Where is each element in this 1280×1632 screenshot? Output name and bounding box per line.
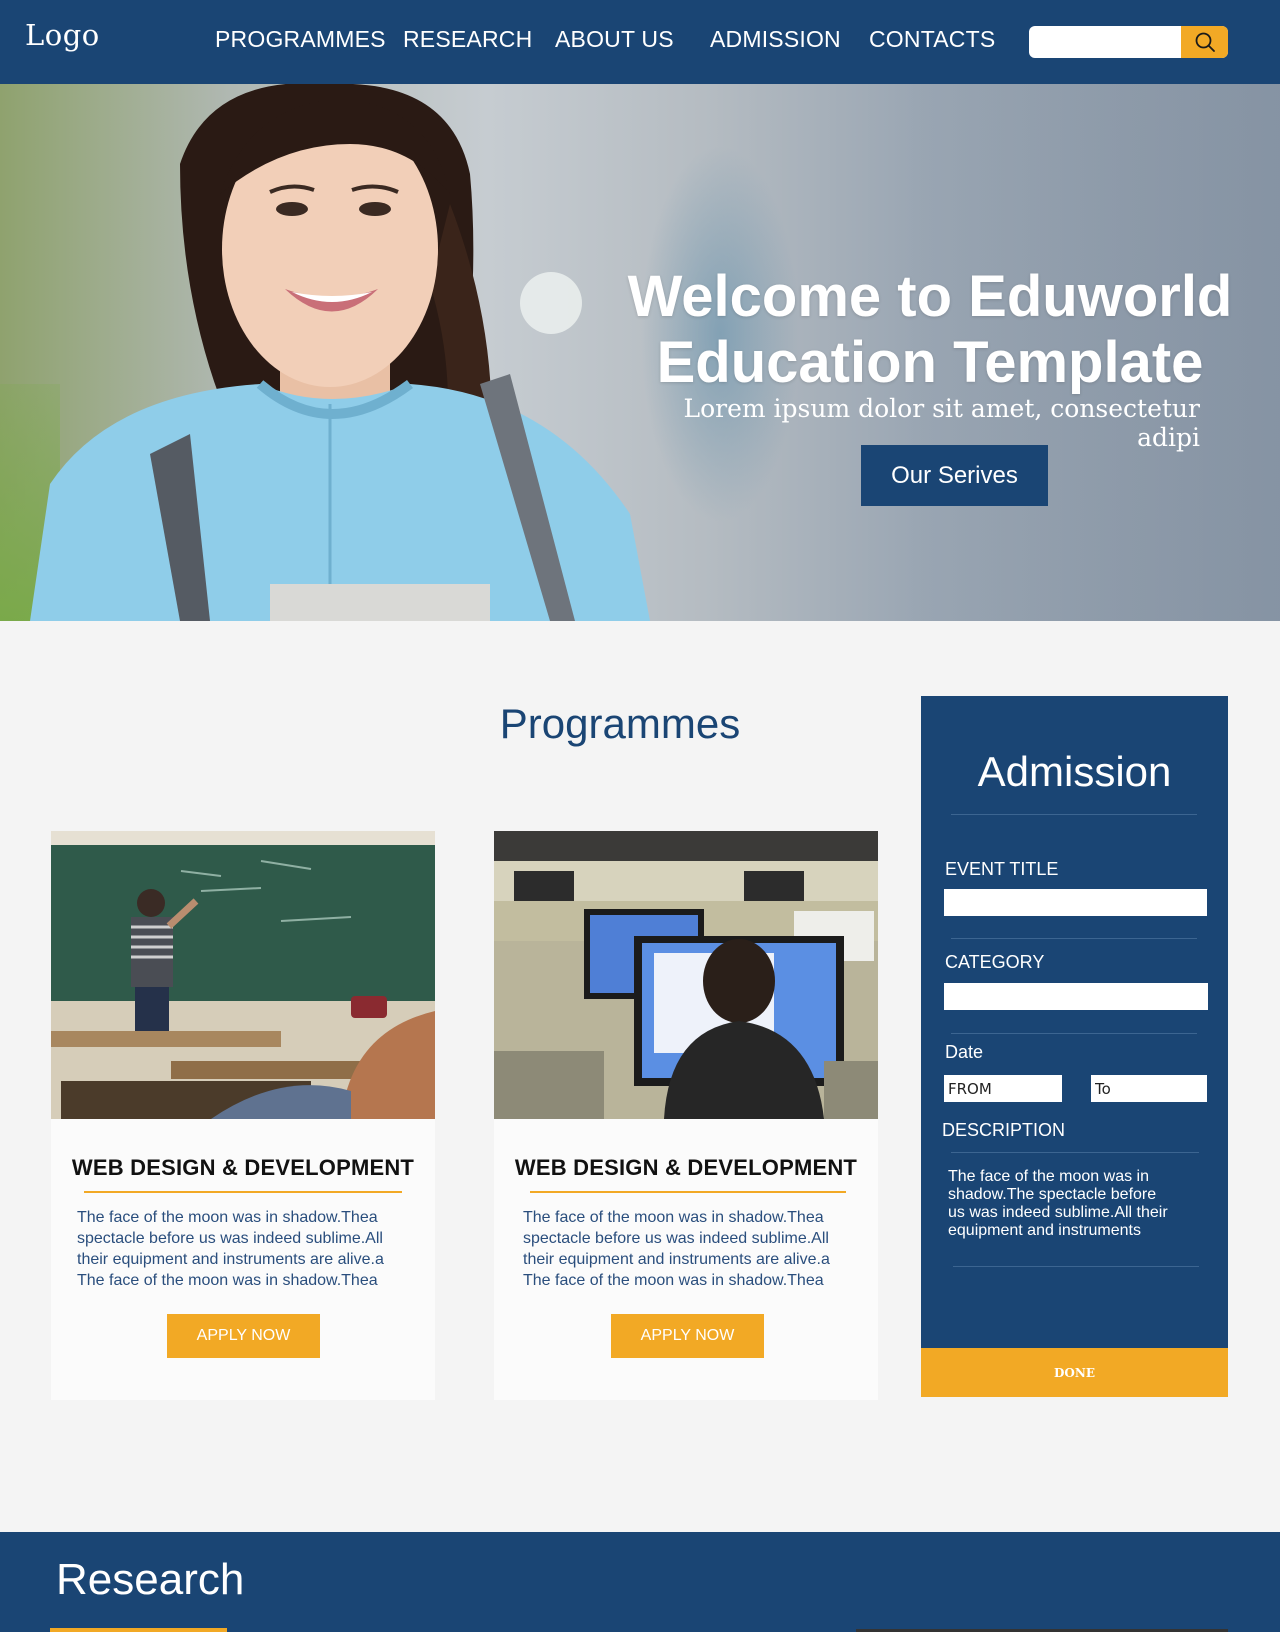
programme-card: WEB DESIGN & DEVELOPMENT The face of the…	[494, 831, 878, 1400]
nav-programmes[interactable]: PROGRAMMES	[215, 26, 386, 53]
title-underline	[530, 1191, 846, 1193]
research-section: Research	[0, 1532, 1280, 1632]
category-input[interactable]	[944, 983, 1208, 1010]
research-accent-bar	[50, 1628, 227, 1632]
nav-contacts[interactable]: CONTACTS	[869, 26, 995, 53]
description-line: The face of the moon was in shadow.Thea	[77, 1272, 378, 1289]
hero-title: Welcome to Eduworld Education Template	[600, 264, 1260, 396]
our-services-button[interactable]: Our Serives	[861, 445, 1048, 506]
description-text-line: The face of the moon was in	[948, 1168, 1149, 1185]
nav-about-us[interactable]: ABOUT US	[555, 26, 674, 53]
divider	[951, 1033, 1197, 1034]
logo[interactable]: Logo	[25, 18, 100, 52]
description-text-line: shadow.The spectacle before	[948, 1186, 1157, 1203]
computer-lab-photo	[494, 831, 878, 1119]
computer-lab-image	[494, 831, 878, 1119]
search-button[interactable]	[1181, 26, 1228, 58]
nav-research[interactable]: RESEARCH	[403, 26, 532, 53]
search-box	[1029, 26, 1228, 58]
description-line: their equipment and instruments are aliv…	[77, 1251, 384, 1268]
description-line: their equipment and instruments are aliv…	[523, 1251, 830, 1268]
programme-card-title: WEB DESIGN & DEVELOPMENT	[71, 1155, 415, 1180]
search-icon	[1195, 32, 1215, 52]
programmes-heading: Programmes	[499, 700, 741, 747]
done-button[interactable]: DONE	[921, 1348, 1228, 1397]
event-title-label: EVENT TITLE	[945, 859, 1059, 879]
hero-title-line-1: Welcome to Eduworld	[627, 264, 1233, 329]
description-line: The face of the moon was in shadow.Thea	[523, 1272, 824, 1289]
admission-panel: Admission EVENT TITLE CATEGORY Date DESC…	[921, 696, 1228, 1397]
description-text-line: us was indeed sublime.All their	[948, 1204, 1168, 1221]
research-heading: Research	[56, 1555, 245, 1604]
hero-banner: Welcome to Eduworld Education Template L…	[0, 84, 1280, 621]
apply-now-button[interactable]: APPLY NOW	[167, 1314, 320, 1358]
programme-card-description: The face of the moon was in shadow.Thea …	[77, 1207, 417, 1291]
nav-admission[interactable]: ADMISSION	[710, 26, 841, 53]
divider	[951, 938, 1197, 939]
divider	[951, 1152, 1199, 1153]
event-title-input[interactable]	[944, 889, 1207, 916]
programme-card: WEB DESIGN & DEVELOPMENT The face of the…	[51, 831, 435, 1400]
description-line: spectacle before us was indeed sublime.A…	[77, 1230, 383, 1247]
programme-card-description: The face of the moon was in shadow.Thea …	[523, 1207, 863, 1291]
site-header: Logo PROGRAMMES RESEARCH ABOUT US ADMISS…	[0, 0, 1280, 84]
hero-title-line-2: Education Template	[656, 330, 1204, 395]
description-line: The face of the moon was in shadow.Thea	[77, 1209, 378, 1226]
date-label: Date	[945, 1042, 984, 1062]
description-label: DESCRIPTION	[942, 1120, 1066, 1140]
classroom-image	[51, 831, 435, 1119]
search-input[interactable]	[1029, 26, 1181, 58]
apply-now-button[interactable]: APPLY NOW	[611, 1314, 764, 1358]
description-textarea[interactable]: The face of the moon was in shadow.The s…	[948, 1168, 1198, 1240]
title-underline	[84, 1191, 402, 1193]
admission-heading: Admission	[977, 748, 1172, 795]
hero-subtitle: Lorem ipsum dolor sit amet, consectetur …	[683, 394, 1200, 452]
programme-card-title: WEB DESIGN & DEVELOPMENT	[514, 1155, 858, 1180]
description-text-line: equipment and instruments	[948, 1222, 1141, 1239]
category-label: CATEGORY	[945, 952, 1045, 972]
divider	[953, 1266, 1199, 1267]
date-from-input[interactable]	[944, 1075, 1062, 1102]
description-line: spectacle before us was indeed sublime.A…	[523, 1230, 829, 1247]
date-to-input[interactable]	[1091, 1075, 1207, 1102]
description-line: The face of the moon was in shadow.Thea	[523, 1209, 824, 1226]
classroom-photo	[51, 831, 435, 1119]
divider	[951, 814, 1197, 815]
hero-student-photo	[30, 84, 650, 621]
